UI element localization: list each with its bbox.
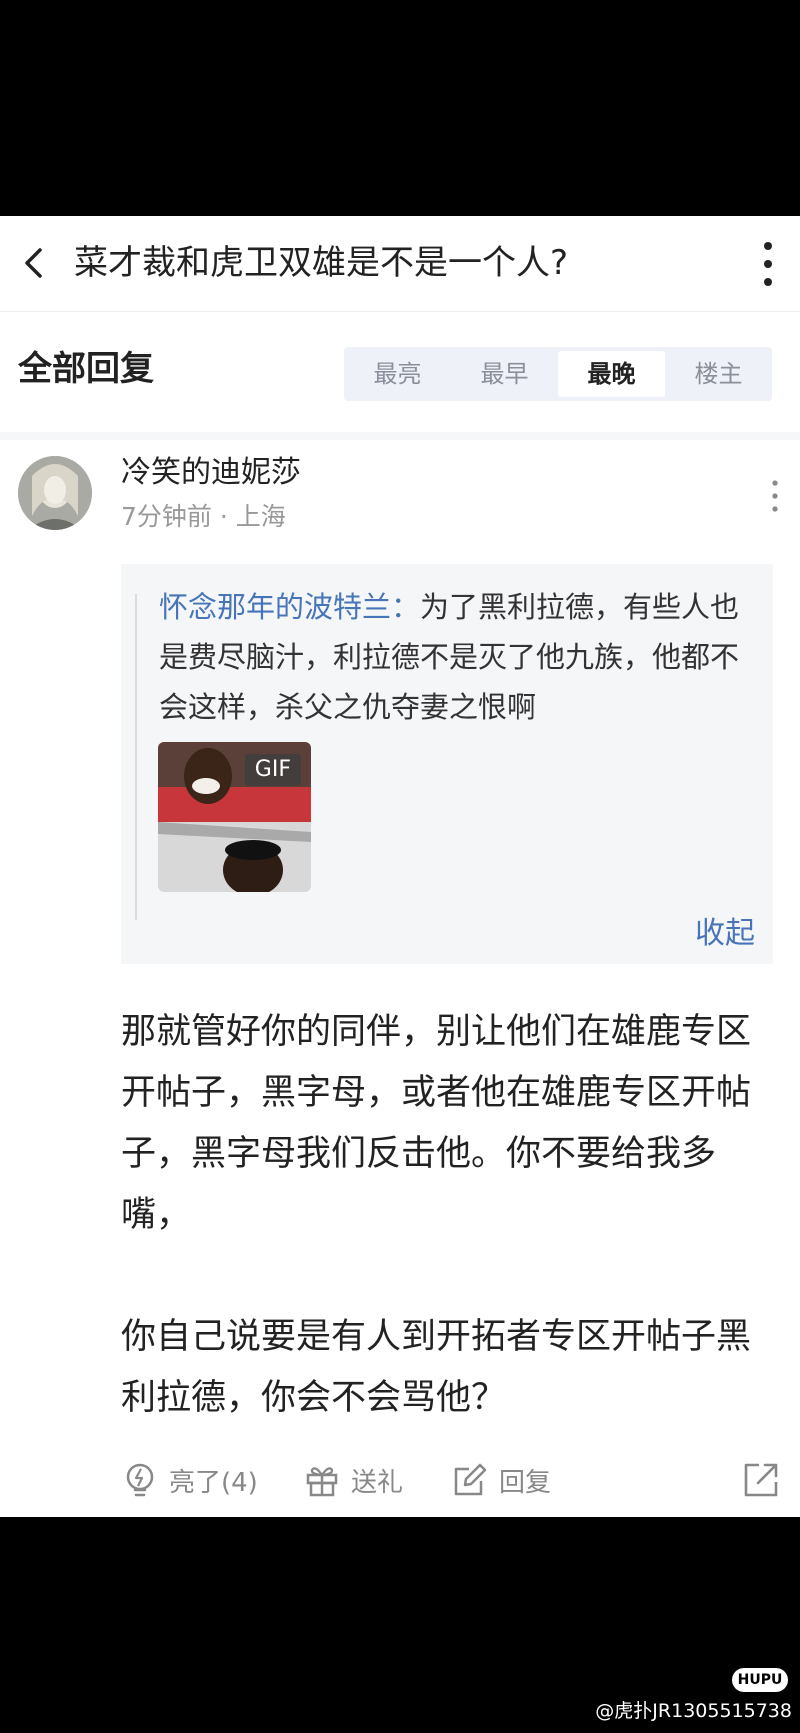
comment-more-button[interactable]: [768, 478, 782, 514]
more-menu-button[interactable]: [750, 236, 786, 292]
quote-author[interactable]: 怀念那年的波特兰: [159, 590, 391, 624]
quote-text: 怀念那年的波特兰：为了黑利拉德，有些人也是费尽脑汁，利拉德不是灭了他九族，他都不…: [159, 582, 759, 732]
gif-badge: GIF: [244, 754, 301, 786]
chevron-left-icon: [25, 248, 42, 278]
tab-op-only[interactable]: 楼主: [665, 347, 772, 401]
gif-thumbnail[interactable]: GIF: [158, 742, 311, 892]
gift-button[interactable]: 送礼: [303, 1452, 403, 1508]
collapse-link[interactable]: 收起: [695, 912, 755, 956]
back-button[interactable]: [10, 238, 60, 288]
more-vertical-icon: [764, 242, 772, 286]
page-title: 菜才裁和虎卫双雄是不是一个人?: [74, 243, 569, 283]
sort-tabs: 最亮 最早 最晚 楼主: [344, 347, 772, 401]
lightbulb-icon: [126, 1463, 154, 1497]
tab-brightest[interactable]: 最亮: [344, 347, 451, 401]
reply-button[interactable]: 回复: [451, 1452, 551, 1508]
share-icon: [744, 1463, 778, 1497]
avatar-image-icon: [18, 456, 92, 530]
tab-earliest[interactable]: 最早: [451, 347, 558, 401]
comment-paragraph: 那就管好你的同伴，别让他们在雄鹿专区开帖子，黑字母，或者他在雄鹿专区开帖子，黑字…: [121, 1012, 752, 1235]
hupu-logo: HUPU: [732, 1668, 788, 1692]
reply-label: 回复: [499, 1467, 552, 1498]
edit-icon: [454, 1463, 487, 1496]
quoted-reply: 怀念那年的波特兰：为了黑利拉德，有些人也是费尽脑汁，利拉德不是灭了他九族，他都不…: [121, 564, 773, 964]
quote-separator: ：: [391, 590, 421, 624]
top-bar: 菜才裁和虎卫双雄是不是一个人?: [0, 216, 800, 312]
gift-label: 送礼: [351, 1467, 404, 1498]
all-replies-title: 全部回复: [18, 349, 154, 389]
tab-latest[interactable]: 最晚: [558, 351, 665, 397]
share-button[interactable]: [741, 1460, 781, 1500]
comment-body: 那就管好你的同伴，别让他们在雄鹿专区开帖子，黑字母，或者他在雄鹿专区开帖子，黑字…: [121, 1002, 761, 1429]
gift-icon: [306, 1467, 338, 1497]
avatar[interactable]: [18, 456, 92, 530]
like-button[interactable]: 亮了(4): [121, 1452, 258, 1508]
divider: [0, 432, 800, 440]
app-screen: 菜才裁和虎卫双雄是不是一个人? 全部回复 最亮 最早 最晚 楼主 冷笑的迪妮莎 …: [0, 216, 800, 1517]
comment-paragraph: 你自己说要是有人到开拓者专区开帖子黑利拉德，你会不会骂他？: [121, 1317, 752, 1418]
quote-bar: [135, 594, 137, 920]
watermark-text: @虎扑JR1305515738: [595, 1700, 792, 1722]
more-vertical-icon: [772, 480, 778, 512]
comment-actions: 亮了(4) 送礼 回复: [121, 1452, 781, 1508]
like-count-label: 亮了(4): [169, 1467, 258, 1498]
comment-meta: 7分钟前 · 上海: [121, 502, 286, 531]
username[interactable]: 冷笑的迪妮莎: [121, 452, 301, 494]
